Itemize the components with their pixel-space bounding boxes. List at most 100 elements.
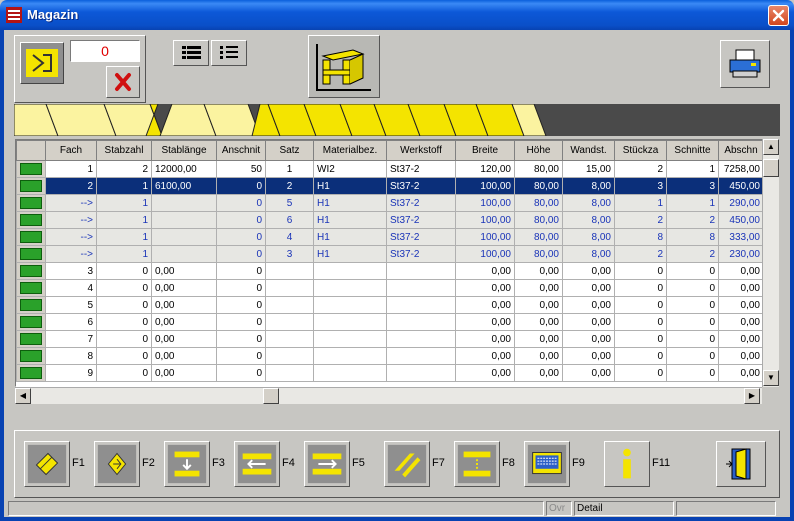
table-cell[interactable]	[386, 279, 456, 297]
table-cell[interactable]: 2	[614, 245, 667, 263]
table-row[interactable]: 5 0 0,00 0 0,00 0,00 0,00 0 0 0,00	[16, 296, 764, 314]
table-cell[interactable]: 0,00	[455, 330, 515, 348]
list-view-button[interactable]	[211, 40, 247, 66]
table-cell[interactable]	[265, 279, 314, 297]
table-cell[interactable]	[151, 194, 217, 212]
table-cell[interactable]: 1	[45, 160, 97, 178]
row-status-indicator[interactable]	[16, 211, 46, 229]
table-cell[interactable]: 8,00	[562, 211, 615, 229]
table-cell[interactable]: St37-2	[386, 228, 456, 246]
table-cell[interactable]: 0,00	[514, 262, 563, 280]
table-cell[interactable]: 0,00	[562, 330, 615, 348]
table-row[interactable]: 6 0 0,00 0 0,00 0,00 0,00 0 0 0,00	[16, 313, 764, 331]
table-cell[interactable]: 0,00	[151, 330, 217, 348]
table-cell[interactable]: 0	[96, 262, 152, 280]
table-cell[interactable]: 0	[614, 364, 667, 382]
table-cell[interactable]: 8,00	[562, 228, 615, 246]
table-cell[interactable]	[151, 245, 217, 263]
table-cell[interactable]: 0	[216, 313, 266, 331]
table-cell[interactable]: 0	[216, 177, 266, 195]
table-cell[interactable]	[313, 262, 387, 280]
scroll-thumb[interactable]	[763, 159, 779, 177]
table-cell[interactable]: 1	[614, 194, 667, 212]
table-cell[interactable]: 3	[666, 177, 719, 195]
table-cell[interactable]: H1	[313, 228, 387, 246]
table-cell[interactable]: 0,00	[718, 262, 764, 280]
table-cell[interactable]: 2	[666, 245, 719, 263]
table-cell[interactable]: 1	[265, 160, 314, 178]
table-cell[interactable]: H1	[313, 177, 387, 195]
table-cell[interactable]: 8	[614, 228, 667, 246]
table-cell[interactable]: 0,00	[151, 347, 217, 365]
table-cell[interactable]: 0	[216, 279, 266, 297]
table-cell[interactable]: 0	[666, 364, 719, 382]
table-cell[interactable]: 3	[45, 262, 97, 280]
table-cell[interactable]: 230,00	[718, 245, 764, 263]
table-cell[interactable]	[386, 364, 456, 382]
table-cell[interactable]: 2	[614, 160, 667, 178]
scroll-down-button[interactable]: ▼	[763, 370, 779, 386]
table-cell[interactable]: 0	[666, 296, 719, 314]
column-header[interactable]: Satz	[265, 140, 314, 161]
table-cell[interactable]: 80,00	[514, 177, 563, 195]
table-cell[interactable]	[313, 330, 387, 348]
row-status-indicator[interactable]	[16, 160, 46, 178]
f5-key[interactable]: F5	[304, 441, 376, 487]
table-cell[interactable]: 0	[666, 313, 719, 331]
table-cell[interactable]: 8,00	[562, 245, 615, 263]
table-cell[interactable]	[386, 330, 456, 348]
table-cell[interactable]: 0	[614, 313, 667, 331]
f2-key[interactable]: F2	[94, 441, 166, 487]
go-first-button[interactable]	[20, 42, 64, 84]
table-cell[interactable]: -->	[45, 245, 97, 263]
profile-button[interactable]	[308, 35, 380, 98]
table-cell[interactable]: 0,00	[455, 347, 515, 365]
table-cell[interactable]: St37-2	[386, 160, 456, 178]
column-header[interactable]: Stabzahl	[96, 140, 152, 161]
table-cell[interactable]: 0	[96, 296, 152, 314]
table-cell[interactable]: 1	[666, 160, 719, 178]
row-status-indicator[interactable]	[16, 262, 46, 280]
scroll-thumb-horizontal[interactable]	[263, 388, 279, 404]
table-cell[interactable]: 0	[666, 262, 719, 280]
table-cell[interactable]: 1	[96, 228, 152, 246]
column-header[interactable]: Stablänge	[151, 140, 217, 161]
scroll-left-button[interactable]: ◀	[15, 388, 31, 404]
table-cell[interactable]: 0,00	[562, 279, 615, 297]
f4-key[interactable]: F4	[234, 441, 306, 487]
table-cell[interactable]: 0	[96, 364, 152, 382]
row-status-indicator[interactable]	[16, 194, 46, 212]
row-status-indicator[interactable]	[16, 313, 46, 331]
table-cell[interactable]: H1	[313, 245, 387, 263]
table-cell[interactable]: 3	[265, 245, 314, 263]
table-cell[interactable]: 15,00	[562, 160, 615, 178]
table-cell[interactable]: 1	[666, 194, 719, 212]
table-cell[interactable]: 0,00	[562, 364, 615, 382]
table-cell[interactable]: 80,00	[514, 194, 563, 212]
table-cell[interactable]: 0,00	[455, 364, 515, 382]
column-header[interactable]: Werkstoff	[386, 140, 456, 161]
table-row[interactable]: 2 1 6100,00 0 2 H1 St37-2 100,00 80,00 8,00 3 3 450,…	[16, 177, 764, 195]
table-cell[interactable]: 0,00	[514, 279, 563, 297]
row-status-indicator[interactable]	[16, 177, 46, 195]
table-cell[interactable]	[313, 364, 387, 382]
table-cell[interactable]: 450,00	[718, 211, 764, 229]
table-cell[interactable]: H1	[313, 194, 387, 212]
f11-key[interactable]: F11	[604, 441, 676, 487]
table-cell[interactable]: 80,00	[514, 211, 563, 229]
table-cell[interactable]: 0,00	[562, 262, 615, 280]
table-cell[interactable]: 4	[45, 279, 97, 297]
table-cell[interactable]: 0,00	[718, 347, 764, 365]
column-header[interactable]: Stückza	[614, 140, 667, 161]
f9-key[interactable]: F9	[524, 441, 596, 487]
table-row[interactable]: --> 1 0 6 H1 St37-2 100,00 80,00 8,00 2 2 450,00	[16, 211, 764, 229]
column-header[interactable]: Wandst.	[562, 140, 615, 161]
table-cell[interactable]: 0,00	[562, 347, 615, 365]
table-cell[interactable]	[313, 279, 387, 297]
table-cell[interactable]	[265, 296, 314, 314]
table-cell[interactable]: 0	[666, 279, 719, 297]
table-cell[interactable]: 80,00	[514, 160, 563, 178]
column-header[interactable]: Schnitte	[666, 140, 719, 161]
column-header[interactable]: Breite	[455, 140, 515, 161]
table-cell[interactable]: 100,00	[455, 194, 515, 212]
